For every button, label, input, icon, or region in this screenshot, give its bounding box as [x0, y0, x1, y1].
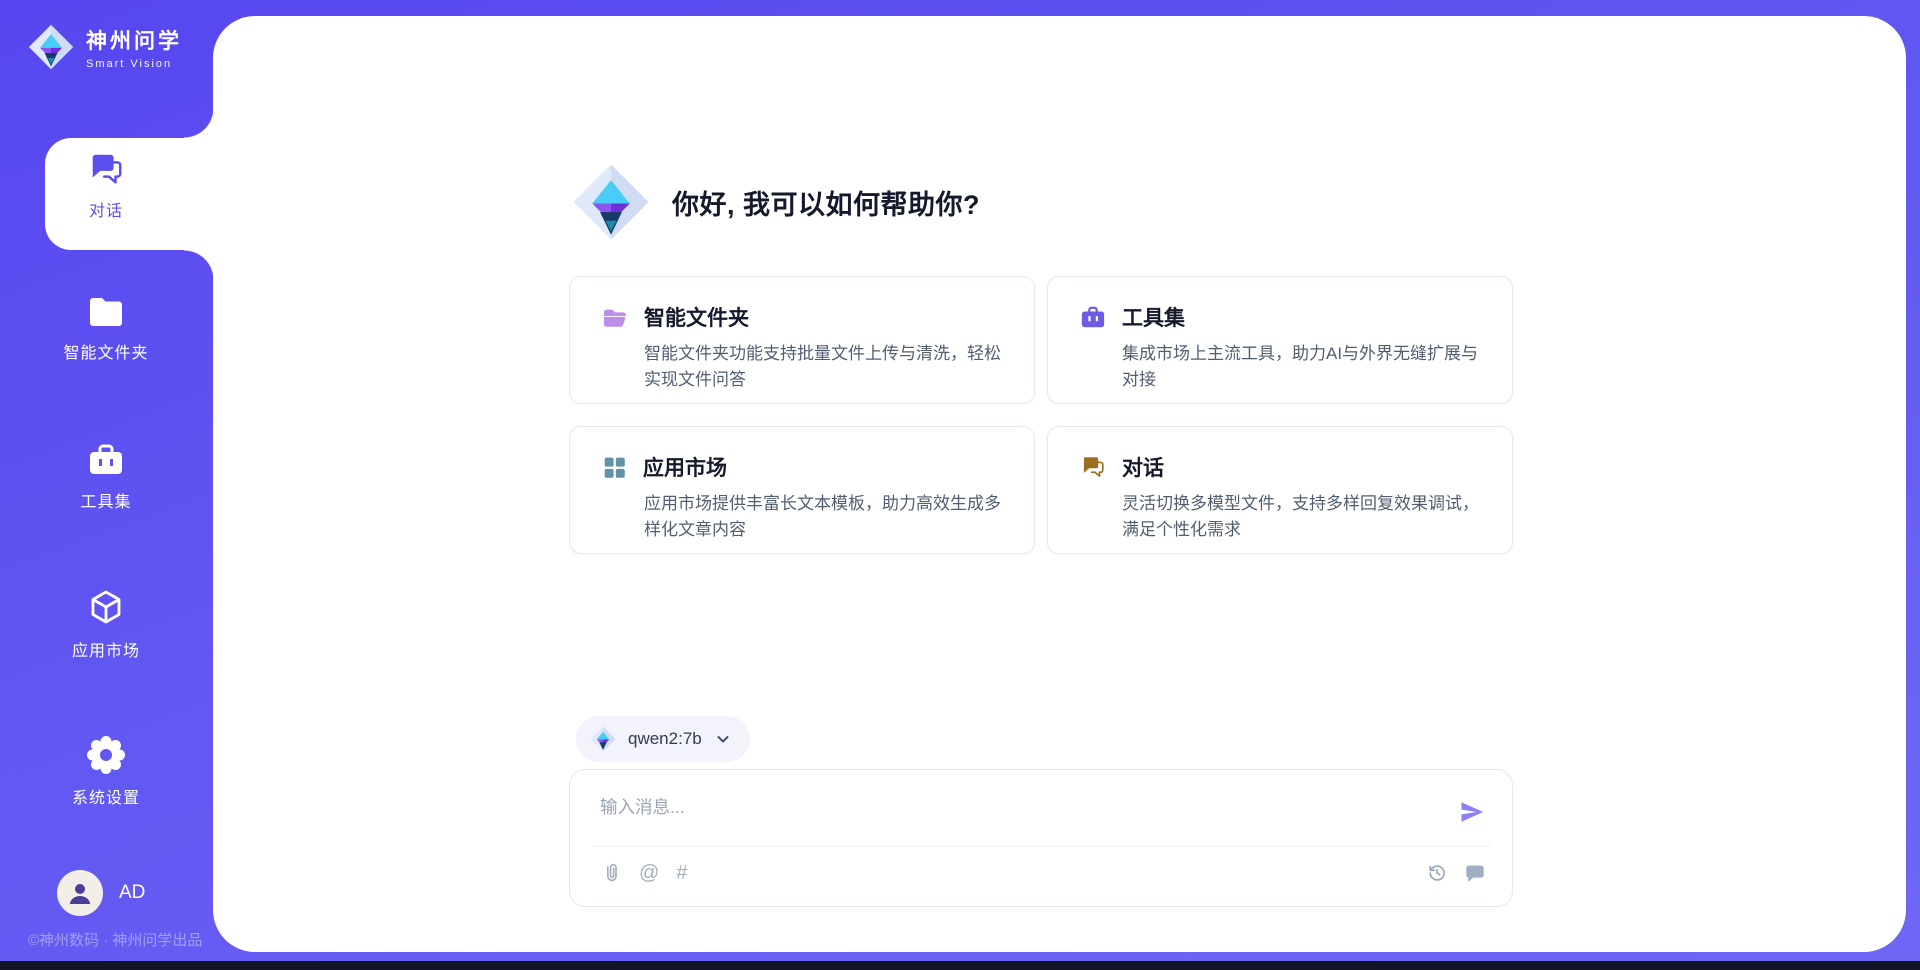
chat-icon [1080, 454, 1106, 480]
sidebar-item-settings[interactable]: 系统设置 [22, 735, 190, 808]
model-name: qwen2:7b [628, 729, 702, 749]
active-tab-curve-top [184, 108, 214, 138]
attachment-icon[interactable] [600, 862, 622, 884]
message-input[interactable] [600, 790, 1440, 824]
chevron-down-icon [714, 730, 732, 748]
copyright-footer: ©神州数码 · 神州问学出品 [28, 929, 202, 950]
history-icon[interactable] [1426, 862, 1448, 884]
user-initials: AD [119, 882, 145, 904]
card-description: 灵活切换多模型文件，支持多样回复效果调试，满足个性化需求 [1122, 491, 1484, 542]
model-selector[interactable]: qwen2:7b [576, 716, 750, 762]
open-folder-icon [602, 305, 628, 329]
card-description: 智能文件夹功能支持批量文件上传与清洗，轻松实现文件问答 [644, 341, 1006, 392]
person-icon [67, 880, 93, 906]
briefcase-icon [1080, 305, 1106, 330]
sidebar-item-label: 工具集 [80, 488, 131, 512]
app-grid-icon [602, 455, 627, 480]
card-smart-folder[interactable]: 智能文件夹 智能文件夹功能支持批量文件上传与清洗，轻松实现文件问答 [569, 276, 1035, 404]
greeting-block: 你好, 我可以如何帮助你? [572, 163, 980, 241]
cube-icon [86, 588, 126, 628]
brand-logo: 神州问学 Smart Vision [28, 24, 182, 70]
hashtag-icon[interactable]: # [676, 862, 687, 884]
active-tab-curve-bottom [184, 250, 214, 280]
sidebar-item-smart-folder[interactable]: 智能文件夹 [22, 294, 190, 363]
send-icon[interactable] [1458, 798, 1486, 826]
brand-subtitle: Smart Vision [86, 58, 182, 70]
card-app-market[interactable]: 应用市场 应用市场提供丰富长文本模板，助力高效生成多样化文章内容 [569, 426, 1035, 554]
assistant-logo-icon [572, 163, 650, 241]
sidebar-item-toolset[interactable]: 工具集 [22, 441, 190, 512]
sidebar-item-chat[interactable]: 对话 [22, 150, 190, 221]
card-title: 应用市场 [643, 452, 727, 482]
user-account[interactable]: AD [57, 870, 145, 916]
card-description: 集成市场上主流工具，助力AI与外界无缝扩展与对接 [1122, 341, 1484, 392]
sidebar-item-label: 应用市场 [72, 637, 140, 661]
mention-icon[interactable]: @ [639, 862, 659, 884]
model-logo-icon [590, 726, 616, 752]
sidebar-item-label: 系统设置 [72, 784, 140, 808]
card-title: 工具集 [1122, 302, 1185, 332]
folder-icon [86, 294, 126, 330]
chat-icon [87, 150, 125, 188]
composer-divider [592, 846, 1490, 847]
card-description: 应用市场提供丰富长文本模板，助力高效生成多样化文章内容 [644, 491, 1006, 542]
bottom-bar [0, 961, 1920, 970]
message-composer: @ # [569, 769, 1513, 907]
feature-cards: 智能文件夹 智能文件夹功能支持批量文件上传与清洗，轻松实现文件问答 工具集 集成… [569, 276, 1513, 554]
card-toolset[interactable]: 工具集 集成市场上主流工具，助力AI与外界无缝扩展与对接 [1047, 276, 1513, 404]
toolbox-icon [86, 441, 126, 479]
brand-logo-icon [28, 24, 74, 70]
sidebar-item-label: 智能文件夹 [63, 339, 148, 363]
gear-icon [86, 735, 126, 775]
brand-name: 神州问学 [86, 25, 182, 55]
greeting-title: 你好, 我可以如何帮助你? [672, 183, 980, 222]
card-chat[interactable]: 对话 灵活切换多模型文件，支持多样回复效果调试，满足个性化需求 [1047, 426, 1513, 554]
feedback-icon[interactable] [1464, 862, 1486, 884]
card-title: 对话 [1122, 452, 1164, 482]
sidebar-item-label: 对话 [89, 197, 123, 221]
sidebar-item-app-market[interactable]: 应用市场 [22, 588, 190, 661]
card-title: 智能文件夹 [644, 302, 749, 332]
avatar [57, 870, 103, 916]
